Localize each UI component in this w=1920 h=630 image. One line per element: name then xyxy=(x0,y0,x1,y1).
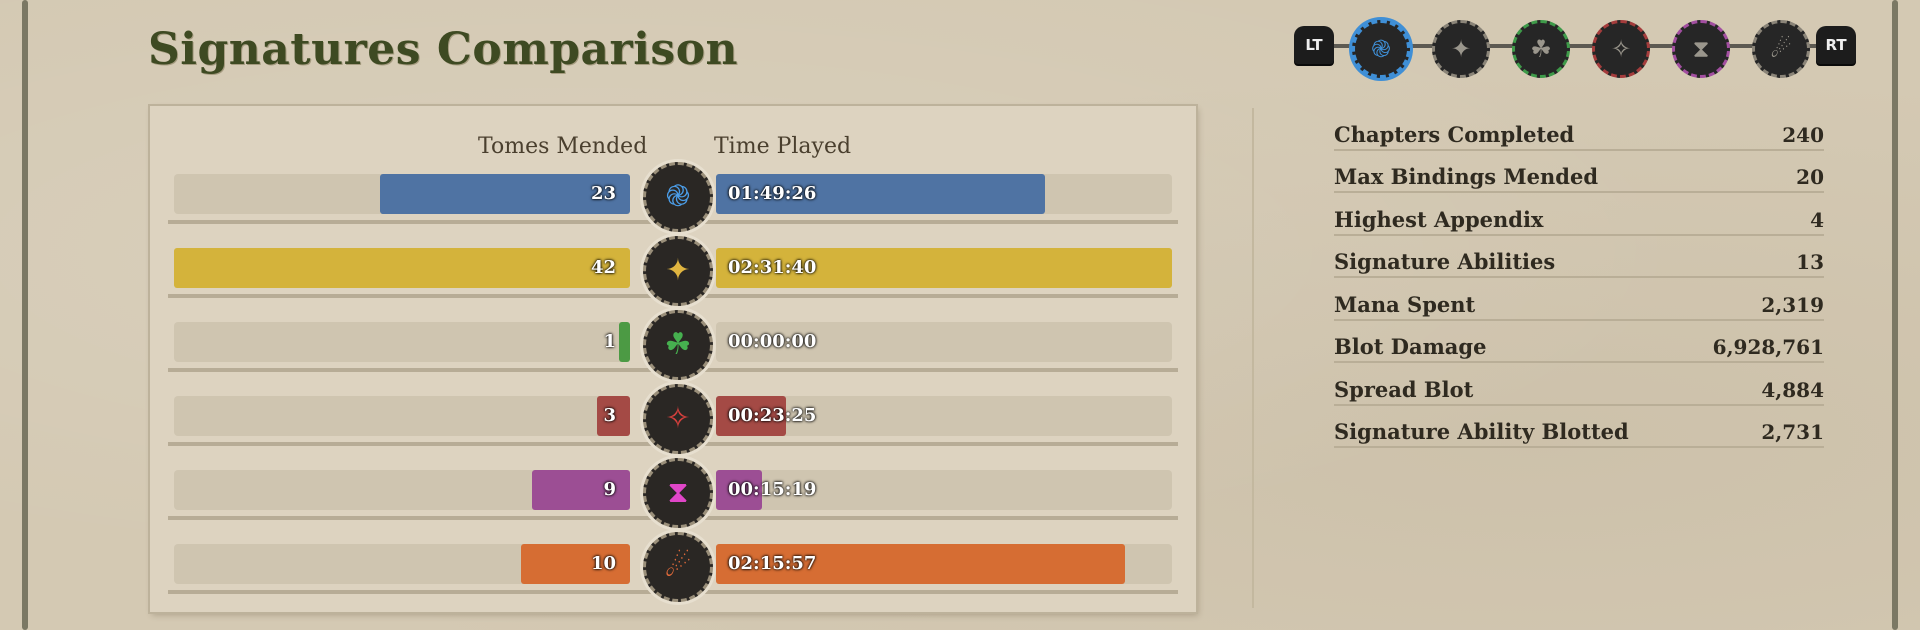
signature-emblem: ✧ xyxy=(643,384,713,454)
tomes-value: 23 xyxy=(590,183,616,204)
crimson-star-icon: ✧ xyxy=(665,401,691,436)
golden-star-icon: ✦ xyxy=(665,253,691,288)
hourglass-icon: ⧗ xyxy=(667,475,689,510)
stat-row: Max Bindings Mended 20 xyxy=(1334,151,1824,193)
water-swirl-icon: ֎ xyxy=(1371,35,1391,63)
triquetra-icon: ☘ xyxy=(1530,35,1552,63)
tomes-value: 42 xyxy=(590,257,616,278)
signature-tab-2[interactable]: ☘ xyxy=(1512,20,1570,78)
signature-emblem: ✦ xyxy=(643,236,713,306)
tomes-track xyxy=(174,396,630,436)
flame-slash-icon: ☄ xyxy=(1770,35,1792,63)
stat-value: 240 xyxy=(1782,122,1824,147)
stat-label: Spread Blot xyxy=(1334,376,1474,402)
tomes-value: 1 xyxy=(603,331,616,352)
rt-trigger-button[interactable]: RT xyxy=(1816,26,1856,64)
signature-tab-3[interactable]: ✧ xyxy=(1592,20,1650,78)
water-swirl-icon: ֎ xyxy=(665,179,691,214)
stat-row: Spread Blot 4,884 xyxy=(1334,363,1824,406)
time-played-header: Time Played xyxy=(714,134,852,159)
signature-emblem: ☘ xyxy=(643,310,713,380)
comparison-row: 42 02:31:40 ✦ xyxy=(168,236,1178,306)
signature-emblem: ☄ xyxy=(643,532,713,602)
comparison-row: 23 01:49:26 ֎ xyxy=(168,162,1178,232)
comparison-board: Tomes Mended Time Played 23 01:49:26 ֎ 42 02… xyxy=(150,106,1196,612)
panel-divider xyxy=(1252,108,1254,608)
comparison-row: 10 02:15:57 ☄ xyxy=(168,532,1178,602)
stat-value: 4,884 xyxy=(1761,377,1824,402)
stat-row: Signature Abilities 13 xyxy=(1334,236,1824,278)
stat-label: Max Bindings Mended xyxy=(1334,164,1599,189)
stat-label: Chapters Completed xyxy=(1334,121,1575,147)
signature-tab-0[interactable]: ֎ xyxy=(1352,20,1410,78)
signature-selector: LT ֎ ✦ ☘ ✧ ⧗ ☄ RT xyxy=(1290,18,1860,78)
tomes-bar xyxy=(619,322,630,362)
stat-row: Signature Ability Blotted 2,731 xyxy=(1334,406,1824,448)
stat-row: Highest Appendix 4 xyxy=(1334,193,1824,236)
page-title: Signatures Comparison xyxy=(148,24,739,75)
tomes-mended-header: Tomes Mended xyxy=(478,134,648,159)
stat-row: Chapters Completed 240 xyxy=(1334,108,1824,151)
star-compass-icon: ✦ xyxy=(1450,35,1472,63)
triquetra-icon: ☘ xyxy=(664,327,692,362)
time-value: 01:49:26 xyxy=(728,183,817,204)
stat-value: 2,319 xyxy=(1761,292,1824,317)
stat-value: 20 xyxy=(1796,165,1824,189)
comparison-row: 3 00:23:25 ✧ xyxy=(168,384,1178,454)
stat-label: Mana Spent xyxy=(1334,291,1476,317)
lt-trigger-button[interactable]: LT xyxy=(1294,26,1334,64)
time-value: 00:15:19 xyxy=(728,479,817,500)
flame-slash-icon: ☄ xyxy=(664,549,692,584)
stat-value: 4 xyxy=(1810,207,1824,232)
stat-label: Highest Appendix xyxy=(1334,206,1544,232)
time-value: 00:23:25 xyxy=(728,405,817,426)
stat-row: Mana Spent 2,319 xyxy=(1334,278,1824,321)
hourglass-icon: ⧗ xyxy=(1692,35,1710,63)
tomes-value: 3 xyxy=(603,405,616,426)
comparison-row: 1 00:00:00 ☘ xyxy=(168,310,1178,380)
signature-tab-1[interactable]: ✦ xyxy=(1432,20,1490,78)
tomes-value: 10 xyxy=(590,553,616,574)
vine-border-right xyxy=(1876,0,1912,630)
stats-list: Chapters Completed 240 Max Bindings Mended… xyxy=(1334,108,1824,448)
signature-tab-4[interactable]: ⧗ xyxy=(1672,20,1730,78)
vine-border-left xyxy=(8,0,44,630)
stat-label: Signature Abilities xyxy=(1334,249,1556,274)
crimson-star-icon: ✧ xyxy=(1610,35,1632,63)
time-value: 02:31:40 xyxy=(728,257,817,278)
tomes-track xyxy=(174,322,630,362)
comparison-row: 9 00:15:19 ⧗ xyxy=(168,458,1178,528)
time-value: 00:00:00 xyxy=(728,331,817,352)
time-value: 02:15:57 xyxy=(728,553,817,574)
signature-emblem: ֎ xyxy=(643,162,713,232)
stat-row: Blot Damage 6,928,761 xyxy=(1334,321,1824,363)
signature-emblem: ⧗ xyxy=(643,458,713,528)
stat-label: Blot Damage xyxy=(1334,334,1487,359)
stat-label: Signature Ability Blotted xyxy=(1334,419,1629,444)
stat-value: 6,928,761 xyxy=(1712,335,1824,359)
signature-tab-5[interactable]: ☄ xyxy=(1752,20,1810,78)
tomes-value: 9 xyxy=(603,479,616,500)
stat-value: 2,731 xyxy=(1761,420,1824,444)
stat-value: 13 xyxy=(1796,250,1824,274)
tomes-bar xyxy=(174,248,630,288)
